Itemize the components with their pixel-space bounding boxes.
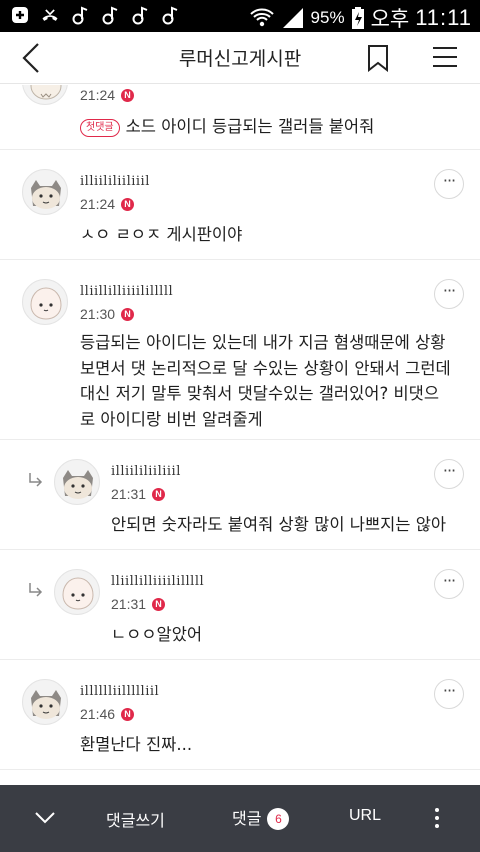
comment-text: ㅅㅇ ㄹㅇㅈ 게시판이야 [80, 225, 243, 244]
music-note-icon [162, 6, 178, 25]
more-options-button[interactable]: ··· [434, 459, 464, 489]
avatar-cat-icon [63, 470, 93, 499]
avatar [22, 279, 68, 325]
status-bar: 95% 오후 11:11 [0, 0, 480, 32]
comment-time: 21:31 [111, 596, 147, 612]
menu-icon[interactable] [432, 45, 458, 69]
avatar-cat-icon [31, 180, 61, 209]
comment-username: illiililiiliiil [80, 174, 150, 189]
comment-item: lliillilliiiililllll 21:30 N 등급되는 아이디는 있… [0, 260, 480, 440]
reply-arrow-icon [29, 473, 43, 487]
avatar [22, 85, 68, 105]
wifi-icon [249, 8, 274, 27]
add-box-icon [12, 7, 28, 23]
comment-text: ㄴㅇㅇ알았어 [111, 625, 203, 644]
comment-text: 환멸난다 진짜... [80, 735, 193, 754]
more-options-button[interactable]: ··· [434, 569, 464, 599]
comment-time: 21:24 [80, 87, 116, 103]
comment-username: lliillilliiiililllll [111, 574, 205, 589]
avatar-peach-icon [30, 287, 62, 320]
more-options-button[interactable]: ··· [434, 169, 464, 199]
comment-line: 등급되는 아이디는 있는데 내가 지금 혐생때문에 상황 [80, 333, 446, 352]
app-header: 루머신고게시판 [0, 32, 480, 84]
comment-time: 21:31 [111, 486, 147, 502]
comment-meta: 21:31 N [111, 596, 166, 612]
avatar-cat-icon [31, 690, 61, 719]
first-comment-tag: 첫댓글 [80, 118, 120, 137]
comment-meta: 21:24 N [80, 196, 135, 212]
new-badge: N [152, 487, 166, 501]
comment-meta: 21:31 N [111, 486, 166, 502]
new-badge: N [121, 307, 135, 321]
avatar-peach-icon [62, 577, 94, 610]
reply-arrow-icon [29, 583, 43, 597]
status-ampm: 오후 [370, 7, 410, 31]
comment-username: lliillilliiiililllll [80, 284, 174, 299]
new-badge: N [152, 597, 166, 611]
comment-time: 21:46 [80, 706, 116, 722]
comment-text-content: 소드 아이디 등급되는 갤러들 붙어줘 [125, 117, 375, 136]
music-note-icon [102, 6, 118, 25]
status-time: 11:11 [415, 5, 472, 30]
comment-meta: 21:24 N [80, 87, 135, 103]
new-badge: N [121, 197, 135, 211]
comment-text: 안되면 숫자라도 붙여줘 상황 많이 나쁘지는 않아 [111, 515, 447, 534]
comment-line: 대신 저기 말투 맞춰서 댓달수있는 갤러있어? 비댓으 [80, 384, 440, 404]
missed-call-icon [42, 9, 58, 21]
avatar [54, 459, 100, 505]
comments-button[interactable]: 댓글 6 [232, 805, 290, 830]
comment-item: illiililiiliiil 21:24 N ㅅㅇ ㄹㅇㅈ 게시판이야 ··· [0, 150, 480, 260]
comments-label: 댓글 [232, 809, 262, 828]
new-badge: N [121, 88, 135, 102]
more-options-button[interactable]: ··· [434, 279, 464, 309]
reply-item: lliillilliiiililllll 21:31 N ㄴㅇㅇ알았어 ··· [0, 550, 480, 660]
comment-username: illiililiiliiil [111, 464, 181, 479]
url-button[interactable]: URL [349, 807, 381, 825]
avatar [54, 569, 100, 615]
comment-list: 21:24 N 첫댓글 소드 아이디 등급되는 갤러들 붙어줘 illiilili… [0, 85, 480, 785]
comment-count-badge: 6 [267, 808, 290, 830]
signal-icon [282, 8, 303, 28]
comment-meta: 21:30 N [80, 306, 135, 322]
more-vertical-icon[interactable] [433, 807, 441, 829]
avatar [22, 679, 68, 725]
comment-text: 등급되는 아이디는 있는데 내가 지금 혐생때문에 상황 보면서 댓 논리적으로… [80, 330, 470, 433]
battery-icon [351, 7, 364, 29]
comment-text: 첫댓글 소드 아이디 등급되는 갤러들 붙어줘 [80, 114, 374, 140]
battery-percent: 95% [310, 8, 345, 27]
chevron-down-icon[interactable] [34, 811, 56, 825]
bookmark-icon[interactable] [366, 44, 390, 72]
comment-line: 로 아이디랑 비번 알려줄게 [80, 410, 263, 430]
avatar-face-icon [30, 85, 62, 100]
comment-item: 21:24 N 첫댓글 소드 아이디 등급되는 갤러들 붙어줘 [0, 85, 480, 150]
new-badge: N [121, 707, 135, 721]
comment-line: 보면서 댓 논리적으로 달 수있는 상황이 안돼서 그런데 [80, 358, 451, 378]
more-options-button[interactable]: ··· [434, 679, 464, 709]
reply-item: illiililiiliiil 21:31 N 안되면 숫자라도 붙여줘 상황 … [0, 440, 480, 550]
comment-time: 21:24 [80, 196, 116, 212]
write-comment-button[interactable]: 댓글쓰기 [106, 807, 165, 831]
bottom-action-bar: 댓글쓰기 댓글 6 URL [0, 785, 480, 852]
comment-meta: 21:46 N [80, 706, 135, 722]
page-title: 루머신고게시판 [178, 48, 302, 70]
comment-time: 21:30 [80, 306, 116, 322]
comment-item: illlllliillllliil 21:46 N 환멸난다 진짜... ··· [0, 660, 480, 770]
comment-username: illlllliillllliil [80, 684, 160, 699]
avatar [22, 169, 68, 215]
music-note-icon [132, 6, 148, 25]
music-note-icon [72, 6, 88, 25]
